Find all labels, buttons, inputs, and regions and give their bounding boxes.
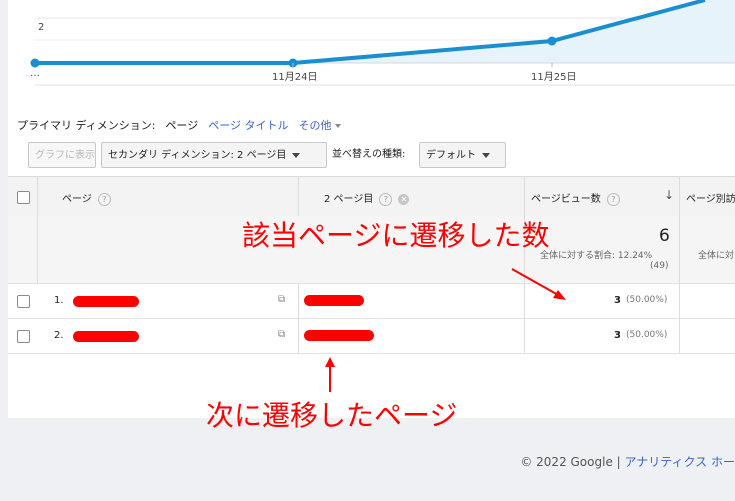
x-tick-label-0: … bbox=[30, 68, 40, 79]
annotation-top-text: 該当ページに遷移した数 bbox=[242, 219, 550, 252]
sort-desc-arrow-icon[interactable]: ↓ bbox=[664, 188, 674, 202]
table-row[interactable]: 2. ⧉ 3 (50.00%) bbox=[8, 319, 735, 354]
total-share: 全体に対する割合: 12.24% bbox=[540, 251, 653, 261]
primary-dimension-bar: プライマリ ディメンション: ページ ページ タイトル その他 bbox=[17, 117, 351, 133]
point-1[interactable] bbox=[30, 58, 40, 68]
row-pageviews-pct: (50.00%) bbox=[626, 330, 668, 340]
column-divider bbox=[37, 216, 38, 283]
sort-type-value: デフォルト bbox=[426, 150, 476, 161]
line-chart: 2 … 11月24日 11月25日 bbox=[0, 0, 735, 90]
dimension-page-current: ページ bbox=[165, 119, 199, 132]
row-pageviews: 3 bbox=[614, 330, 621, 341]
total-other-share: 全体に対 bbox=[698, 251, 735, 261]
footer-analytics-home-link[interactable]: アナリティクス ホー bbox=[625, 455, 735, 469]
header-page[interactable]: ページ? bbox=[62, 190, 111, 206]
header-pageviews[interactable]: ページビュー数? bbox=[531, 190, 620, 206]
select-all-checkbox[interactable] bbox=[17, 191, 30, 204]
header-pageviews-label: ページビュー数 bbox=[531, 194, 601, 205]
row-pageviews-pct: (50.00%) bbox=[626, 295, 668, 305]
chart-svg bbox=[30, 0, 735, 86]
external-link-icon[interactable]: ⧉ bbox=[278, 329, 285, 340]
total-pageviews: 6 bbox=[659, 226, 670, 246]
secondary-dimension-label: セカンダリ ディメンション: 2 ページ目 bbox=[108, 150, 287, 161]
column-divider bbox=[298, 284, 299, 354]
header-page-other[interactable]: ページ別訪 bbox=[686, 190, 735, 205]
chevron-down-icon bbox=[334, 124, 341, 128]
sort-type-label: 並べ替えの種類: bbox=[332, 149, 406, 160]
redaction-mark bbox=[73, 331, 139, 342]
footer: © 2022 Google | アナリティクス ホー bbox=[520, 453, 735, 470]
redaction-mark bbox=[73, 296, 139, 307]
point-3[interactable] bbox=[547, 36, 557, 46]
chevron-down-icon bbox=[292, 152, 301, 158]
column-divider bbox=[679, 176, 680, 354]
show-in-graph-button[interactable]: グラフに表示 bbox=[28, 142, 96, 168]
row-pageviews: 3 bbox=[614, 295, 621, 306]
x-tick-label-2: 11月25日 bbox=[531, 72, 577, 83]
remove-dimension-icon[interactable]: ✕ bbox=[398, 193, 410, 205]
help-icon[interactable]: ? bbox=[606, 192, 620, 206]
help-icon[interactable]: ? bbox=[97, 192, 111, 206]
dimension-page-title-link[interactable]: ページ タイトル bbox=[208, 119, 288, 132]
primary-dimension-label: プライマリ ディメンション: bbox=[17, 119, 156, 132]
footer-copyright: © 2022 Google | bbox=[520, 455, 625, 469]
table-header-row: ページ? 2 ページ目? ✕ ページビュー数? ↓ ページ別訪 bbox=[8, 176, 735, 217]
row-checkbox[interactable] bbox=[17, 330, 30, 343]
header-second-page[interactable]: 2 ページ目? ✕ bbox=[324, 190, 410, 206]
sort-type-dropdown[interactable]: デフォルト bbox=[419, 142, 506, 168]
external-link-icon[interactable]: ⧉ bbox=[278, 294, 285, 305]
row-index: 1. bbox=[54, 295, 64, 306]
table-row[interactable]: 1. ⧉ 3 (50.00%) bbox=[8, 284, 735, 319]
dimension-other-link[interactable]: その他 bbox=[299, 119, 341, 132]
column-divider bbox=[37, 176, 38, 216]
header-page-label: ページ bbox=[62, 194, 92, 205]
header-second-page-label: 2 ページ目 bbox=[324, 194, 374, 205]
row-checkbox[interactable] bbox=[17, 295, 30, 308]
chevron-down-icon bbox=[482, 152, 490, 158]
x-tick-label-1: 11月24日 bbox=[272, 72, 318, 83]
help-icon[interactable]: ? bbox=[379, 192, 393, 206]
y-tick-label: 2 bbox=[38, 22, 45, 33]
row-index: 2. bbox=[54, 330, 64, 341]
redaction-mark bbox=[304, 330, 374, 341]
redaction-mark bbox=[304, 295, 364, 306]
annotation-bottom-text: 次に遷移したページ bbox=[206, 399, 458, 432]
total-share-count: (49) bbox=[650, 261, 669, 271]
column-divider bbox=[524, 176, 525, 354]
column-divider bbox=[298, 176, 299, 216]
secondary-dimension-dropdown[interactable]: セカンダリ ディメンション: 2 ページ目 bbox=[101, 142, 327, 168]
dimension-other-label: その他 bbox=[298, 119, 332, 132]
